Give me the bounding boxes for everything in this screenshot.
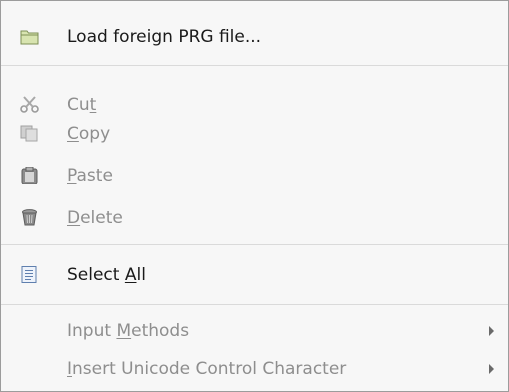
scissors-icon xyxy=(20,96,39,113)
menu-item-label: Insert Unicode Control Character xyxy=(67,359,347,379)
menu-item-label: Input Methods xyxy=(67,321,190,341)
trash-icon xyxy=(22,209,37,226)
menu-item-label: Paste xyxy=(67,166,113,186)
paste-icon xyxy=(21,167,38,184)
menu-item-input-methods[interactable]: Input Methods xyxy=(1,311,508,351)
menu-item-paste[interactable]: Paste xyxy=(1,156,508,196)
menu-separator xyxy=(1,304,508,305)
menu-item-label: Select All xyxy=(67,265,146,285)
menu-item-load-prg[interactable]: Load foreign PRG file... xyxy=(1,17,508,57)
copy-icon xyxy=(20,125,38,142)
menu-separator xyxy=(1,244,508,245)
menu-separator xyxy=(1,65,508,66)
menu-item-label: Copy xyxy=(67,124,111,144)
menu-item-label: Delete xyxy=(67,208,123,228)
menu-item-copy[interactable]: Copy xyxy=(1,114,508,154)
document-icon xyxy=(21,266,37,283)
menu-item-select-all[interactable]: Select All xyxy=(1,255,508,295)
menu-item-label: Load foreign PRG file... xyxy=(67,27,262,47)
menu-item-delete[interactable]: Delete xyxy=(1,198,508,238)
submenu-arrow-icon xyxy=(489,326,494,336)
context-menu: Load foreign PRG file... Cut Copy Paste xyxy=(0,0,509,392)
menu-item-insert-unicode[interactable]: Insert Unicode Control Character xyxy=(1,349,508,389)
folder-icon xyxy=(20,30,39,45)
submenu-arrow-icon xyxy=(489,364,494,374)
